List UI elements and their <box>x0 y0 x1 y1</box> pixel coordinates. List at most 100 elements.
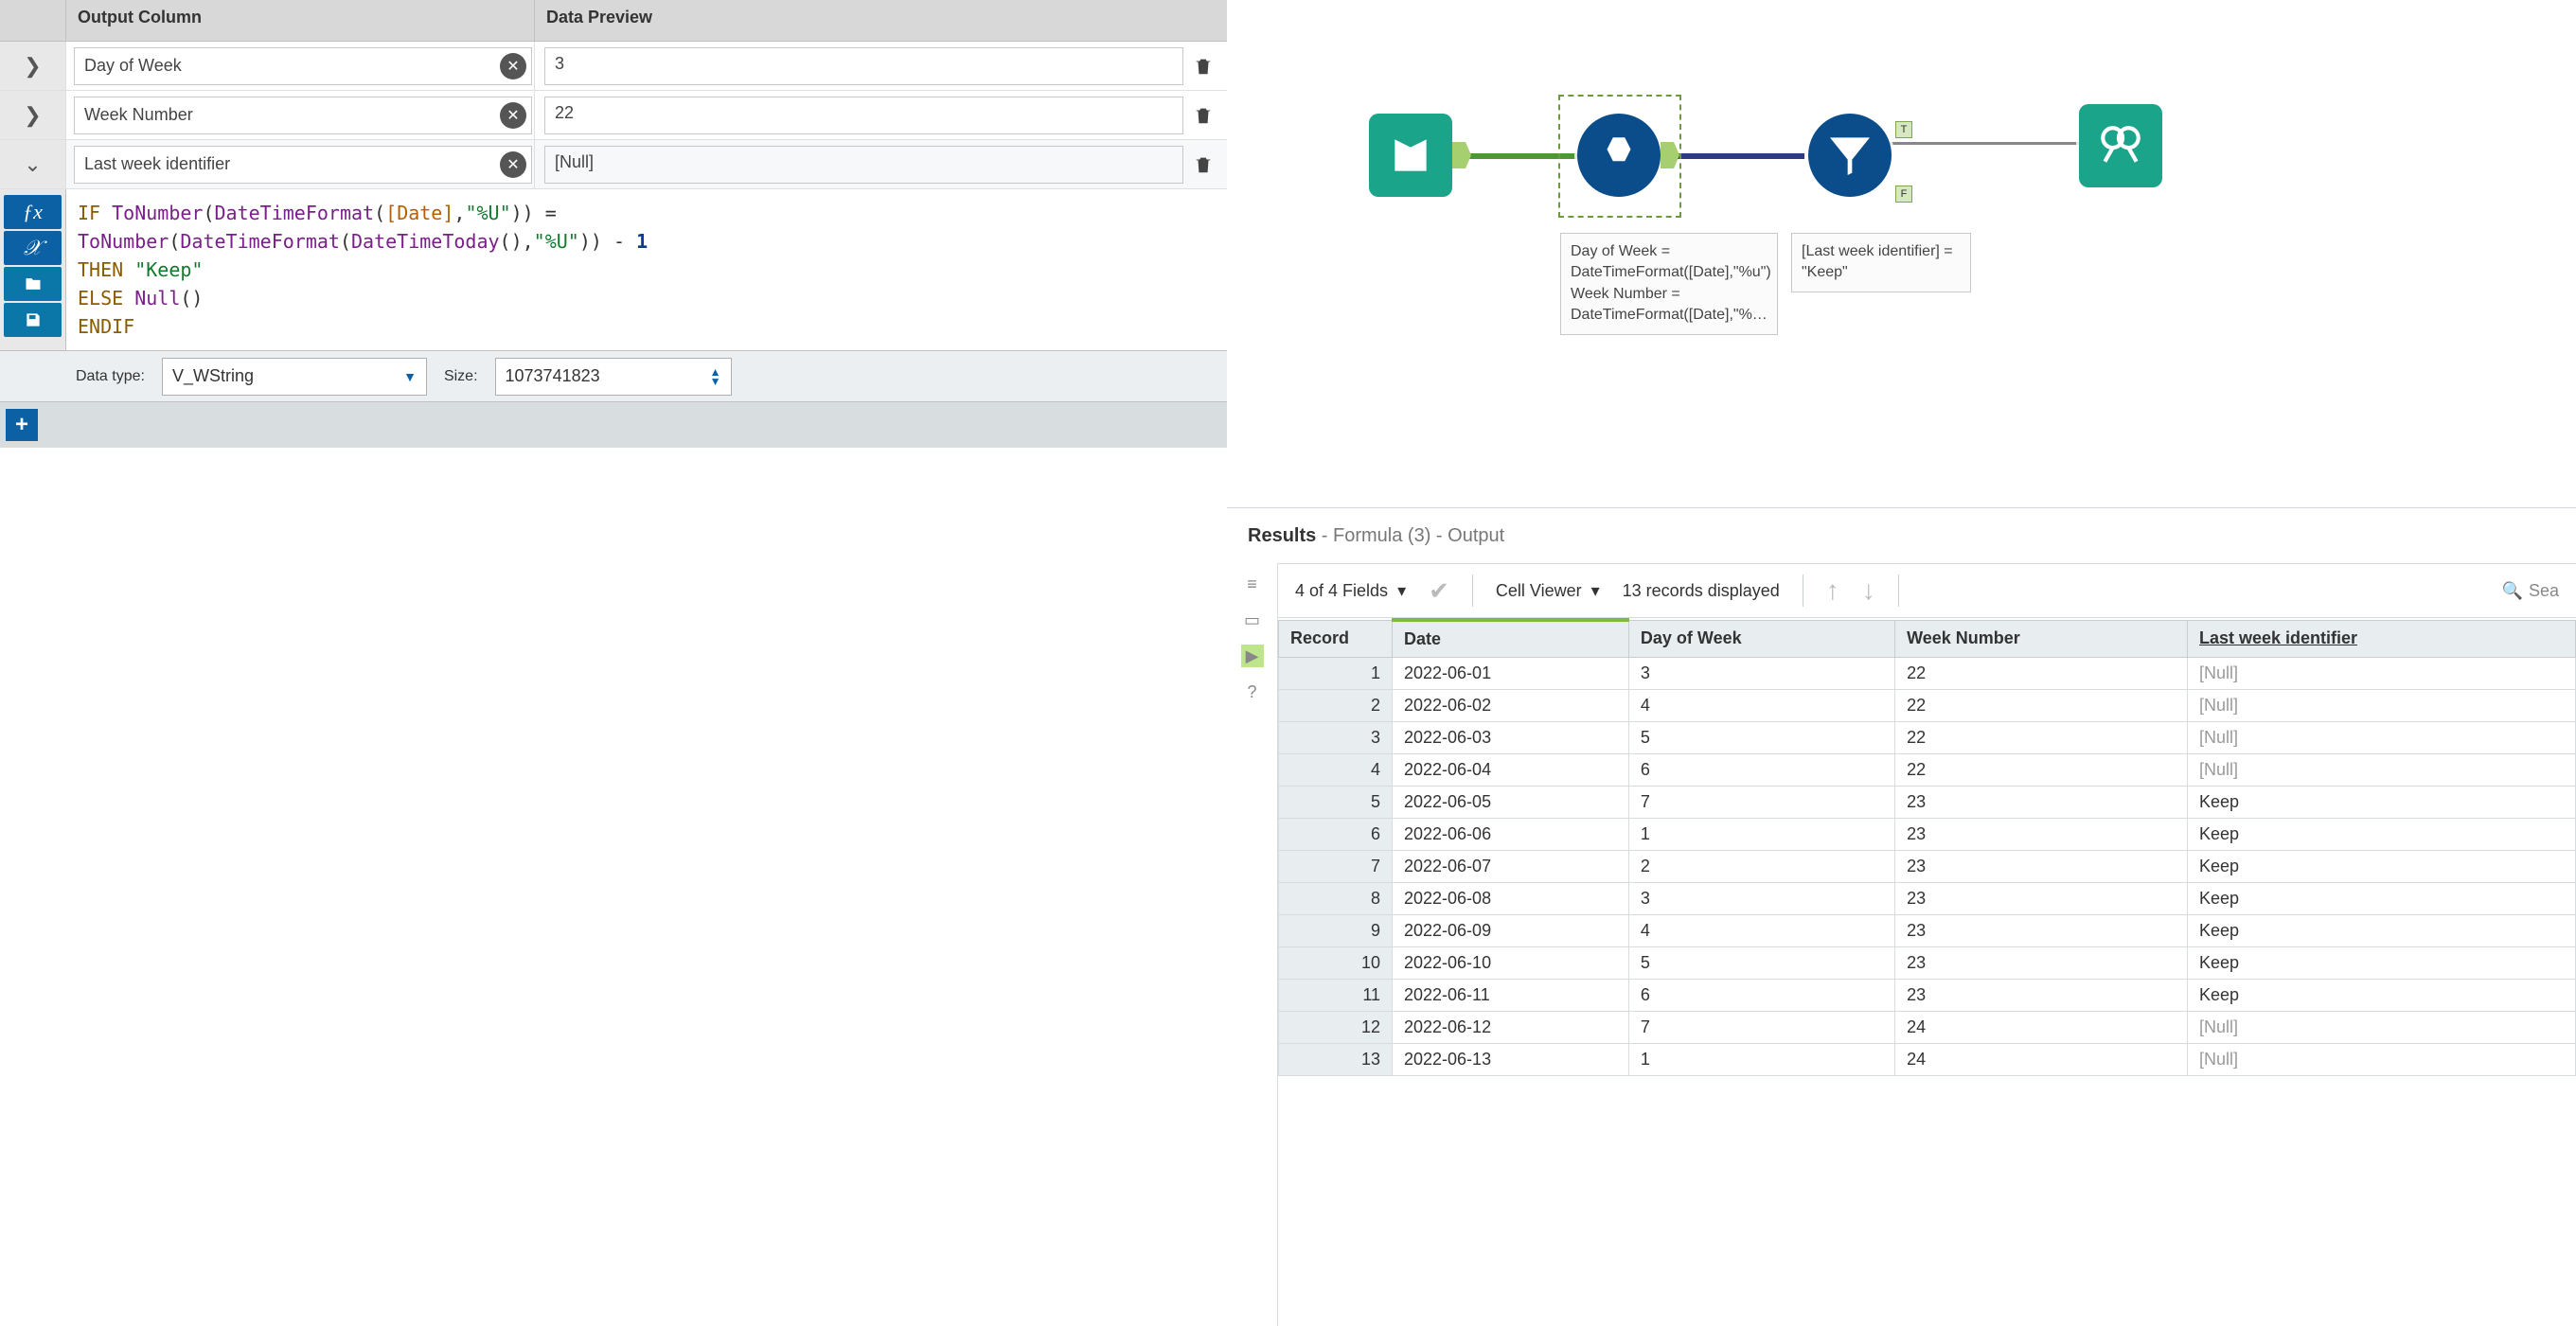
table-row[interactable]: 132022-06-13124[Null] <box>1279 1044 2576 1076</box>
list-icon[interactable]: ≡ <box>1241 573 1264 595</box>
search-box[interactable]: 🔍 Sea <box>2502 581 2559 601</box>
cell-week: 22 <box>1895 754 2188 787</box>
formula-tool-caption: Day of Week = DateTimeFormat([Date],"%u"… <box>1560 233 1778 335</box>
formula-editor: ƒx 𝒳 IF ToNumber(DateTimeFormat([Date],"… <box>0 189 1227 351</box>
output-anchor[interactable] <box>1452 142 1471 168</box>
table-row[interactable]: 92022-06-09423Keep <box>1279 915 2576 947</box>
results-table-container: Record Date Day of Week Week Number Last… <box>1278 618 2576 1326</box>
cell-record: 12 <box>1279 1012 1393 1044</box>
results-table[interactable]: Record Date Day of Week Week Number Last… <box>1278 618 2576 1076</box>
cell-week: 23 <box>1895 883 2188 915</box>
table-row[interactable]: 82022-06-08323Keep <box>1279 883 2576 915</box>
cell-dow: 1 <box>1628 1044 1894 1076</box>
config-row-last-week-identifier: ⌄ ✕ [Null] <box>0 140 1227 189</box>
preview-value: 3 <box>544 47 1183 85</box>
add-expression-button[interactable]: + <box>6 409 38 441</box>
metadata-icon[interactable]: ▭ <box>1241 609 1264 631</box>
col-last[interactable]: Last week identifier <box>2188 620 2576 658</box>
cell-date: 2022-06-13 <box>1393 1044 1629 1076</box>
clear-icon[interactable]: ✕ <box>500 53 526 80</box>
results-title: Results - Formula (3) - Output <box>1227 508 2576 555</box>
expand-toggle[interactable]: ❯ <box>0 91 66 139</box>
size-input[interactable]: 1073741823 ▲▼ <box>495 358 732 396</box>
true-anchor[interactable]: T <box>1895 121 1912 138</box>
cell-record: 7 <box>1279 851 1393 883</box>
false-anchor[interactable]: F <box>1895 186 1912 203</box>
filter-tool[interactable] <box>1808 114 1892 197</box>
datatype-row: Data type: V_WString ▼ Size: 1073741823 … <box>0 351 1227 402</box>
workflow-canvas[interactable]: T F Day of Week = DateTimeFormat([Date],… <box>1227 0 2576 507</box>
cell-date: 2022-06-12 <box>1393 1012 1629 1044</box>
table-row[interactable]: 12022-06-01322[Null] <box>1279 658 2576 690</box>
down-arrow-icon[interactable]: ↓ <box>1862 575 1875 606</box>
search-icon: 🔍 <box>2502 581 2523 601</box>
cell-record: 10 <box>1279 947 1393 980</box>
cell-dow: 3 <box>1628 658 1894 690</box>
fx-functions-button[interactable]: ƒx <box>4 195 62 229</box>
chevron-down-icon: ▼ <box>403 369 417 384</box>
browse-tool[interactable] <box>2079 104 2162 187</box>
clear-icon[interactable]: ✕ <box>500 102 526 129</box>
clear-icon[interactable]: ✕ <box>500 151 526 178</box>
cell-week: 22 <box>1895 690 2188 722</box>
data-preview-header: Data Preview <box>535 0 1227 41</box>
cell-viewer-dropdown[interactable]: Cell Viewer ▾ <box>1496 581 1600 601</box>
cell-date: 2022-06-02 <box>1393 690 1629 722</box>
output-column-input[interactable] <box>74 47 532 85</box>
col-date[interactable]: Date <box>1393 620 1629 658</box>
cell-last: [Null] <box>2188 722 2576 754</box>
cell-last: [Null] <box>2188 1012 2576 1044</box>
formula-text[interactable]: IF ToNumber(DateTimeFormat([Date],"%U"))… <box>66 189 1227 350</box>
expand-toggle[interactable]: ❯ <box>0 42 66 90</box>
datatype-label: Data type: <box>76 368 145 385</box>
table-row[interactable]: 102022-06-10523Keep <box>1279 947 2576 980</box>
table-row[interactable]: 32022-06-03522[Null] <box>1279 722 2576 754</box>
chevron-down-icon: ⌄ <box>24 152 41 177</box>
output-column-input[interactable] <box>74 97 532 134</box>
cell-last: Keep <box>2188 819 2576 851</box>
fields-dropdown[interactable]: 4 of 4 Fields ▾ <box>1295 581 1406 601</box>
cell-date: 2022-06-01 <box>1393 658 1629 690</box>
size-spinner[interactable]: ▲▼ <box>710 367 721 386</box>
table-row[interactable]: 62022-06-06123Keep <box>1279 819 2576 851</box>
col-week[interactable]: Week Number <box>1895 620 2188 658</box>
formula-toolbar: ƒx 𝒳 <box>0 189 66 350</box>
delete-icon[interactable] <box>1189 52 1217 80</box>
table-row[interactable]: 52022-06-05723Keep <box>1279 787 2576 819</box>
data-icon[interactable]: ▶ <box>1241 645 1264 667</box>
input-data-tool[interactable] <box>1369 114 1452 197</box>
help-icon[interactable]: ? <box>1241 681 1264 703</box>
col-record[interactable]: Record <box>1279 620 1393 658</box>
table-row[interactable]: 42022-06-04622[Null] <box>1279 754 2576 787</box>
cell-record: 9 <box>1279 915 1393 947</box>
datatype-select[interactable]: V_WString ▼ <box>162 358 427 396</box>
cell-dow: 6 <box>1628 980 1894 1012</box>
cell-dow: 2 <box>1628 851 1894 883</box>
delete-icon[interactable] <box>1189 101 1217 130</box>
apply-check-icon[interactable]: ✔ <box>1429 576 1449 606</box>
cell-last: Keep <box>2188 947 2576 980</box>
x-columns-button[interactable]: 𝒳 <box>4 231 62 265</box>
table-row[interactable]: 72022-06-07223Keep <box>1279 851 2576 883</box>
cell-week: 22 <box>1895 722 2188 754</box>
table-header-row: Record Date Day of Week Week Number Last… <box>1279 620 2576 658</box>
table-row[interactable]: 22022-06-02422[Null] <box>1279 690 2576 722</box>
output-column-input[interactable] <box>74 146 532 184</box>
results-sidebar: ≡ ▭ ▶ ? <box>1227 563 1278 1326</box>
formula-tool[interactable] <box>1577 114 1661 197</box>
col-dow[interactable]: Day of Week <box>1628 620 1894 658</box>
table-row[interactable]: 112022-06-11623Keep <box>1279 980 2576 1012</box>
cell-date: 2022-06-10 <box>1393 947 1629 980</box>
cell-date: 2022-06-05 <box>1393 787 1629 819</box>
cell-week: 23 <box>1895 819 2188 851</box>
up-arrow-icon[interactable]: ↑ <box>1826 575 1839 606</box>
delete-icon[interactable] <box>1189 150 1217 179</box>
cell-week: 23 <box>1895 851 2188 883</box>
cell-week: 23 <box>1895 915 2188 947</box>
table-row[interactable]: 122022-06-12724[Null] <box>1279 1012 2576 1044</box>
collapse-toggle[interactable]: ⌄ <box>0 140 66 188</box>
cell-dow: 7 <box>1628 787 1894 819</box>
save-button[interactable] <box>4 303 62 337</box>
folder-button[interactable] <box>4 267 62 301</box>
cell-date: 2022-06-07 <box>1393 851 1629 883</box>
